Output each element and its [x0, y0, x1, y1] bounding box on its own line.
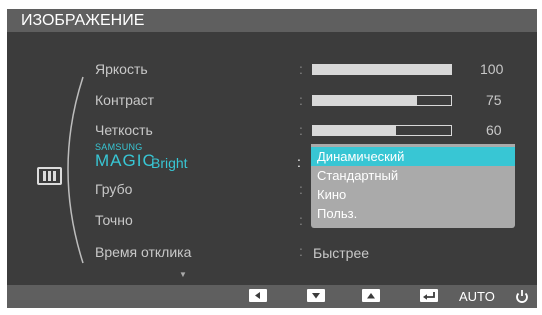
up-arrow-icon[interactable]	[362, 289, 380, 302]
magic-bright-colon: :	[297, 154, 301, 170]
coarse-label: Грубо	[95, 181, 133, 197]
brightness-label: Яркость	[95, 61, 148, 77]
menu-item-magic-bright[interactable]: SAMSUNG MAGIC Bright	[95, 142, 205, 182]
coarse-colon: :	[299, 181, 303, 197]
picture-icon	[37, 167, 62, 185]
contrast-slider-fill	[313, 96, 417, 105]
sharpness-value: 60	[486, 122, 502, 138]
response-time-value: Быстрее	[313, 245, 370, 261]
left-arrow-icon[interactable]	[249, 289, 267, 302]
bottom-button-bar: AUTO	[7, 285, 537, 308]
scroll-down-indicator: ▼	[179, 270, 187, 279]
menu-item-coarse[interactable]: Грубо	[95, 179, 132, 199]
contrast-value: 75	[486, 92, 502, 108]
dropdown-option-movie[interactable]: Кино	[311, 185, 515, 204]
dropdown-option-custom[interactable]: Польз.	[311, 204, 515, 223]
dropdown-option-dynamic[interactable]: Динамический	[311, 147, 515, 166]
enter-icon[interactable]	[420, 289, 438, 302]
response-time-colon: :	[299, 243, 303, 259]
fine-label: Точно	[95, 212, 133, 228]
brightness-colon: :	[299, 61, 303, 77]
magic-brand-large: MAGIC	[95, 151, 156, 170]
menu-item-brightness[interactable]: Яркость	[95, 59, 148, 79]
brightness-slider[interactable]	[312, 64, 452, 75]
brightness-value: 100	[480, 61, 504, 77]
dropdown-option-standard[interactable]: Стандартный	[311, 166, 515, 185]
osd-menu: ИЗОБРАЖЕНИЕ Яркость : 100 Контраст : 75 …	[7, 9, 537, 308]
menu-item-response-time[interactable]: Время отклика	[95, 242, 191, 262]
sharpness-colon: :	[299, 122, 303, 138]
sharpness-slider-fill	[313, 126, 396, 135]
contrast-slider[interactable]	[312, 95, 452, 106]
contrast-label: Контраст	[95, 92, 155, 108]
menu-item-contrast[interactable]: Контраст	[95, 90, 154, 110]
contrast-colon: :	[299, 92, 303, 108]
auto-button[interactable]: AUTO	[459, 288, 495, 305]
magic-bright-dropdown[interactable]: Динамический Стандартный Кино Польз.	[311, 144, 515, 228]
response-time-label: Время отклика	[95, 244, 192, 260]
magic-bright-label: Bright	[151, 155, 188, 171]
menu-item-sharpness[interactable]: Четкость	[95, 120, 153, 140]
menu-item-fine[interactable]: Точно	[95, 210, 133, 230]
fine-colon: :	[299, 212, 303, 228]
down-arrow-icon[interactable]	[307, 289, 325, 302]
brightness-slider-fill	[313, 65, 451, 74]
sharpness-label: Четкость	[95, 122, 153, 138]
sharpness-slider[interactable]	[312, 125, 452, 136]
power-icon[interactable]	[513, 287, 531, 305]
